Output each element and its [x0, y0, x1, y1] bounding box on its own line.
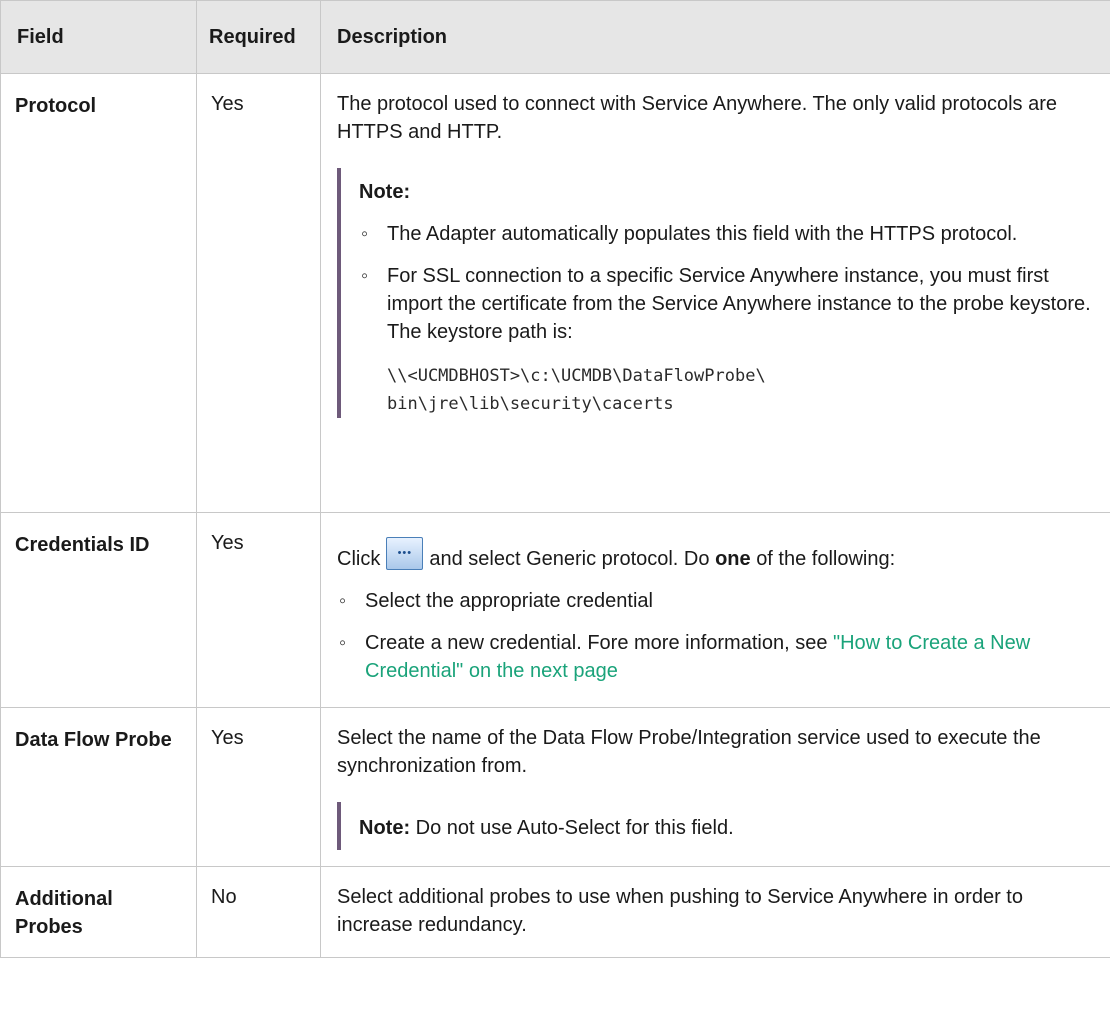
field-name: Data Flow Probe [0, 707, 197, 867]
header-field: Field [0, 0, 197, 74]
bullet-icon: ◦ [339, 590, 347, 612]
field-name: Protocol [0, 73, 197, 513]
header-description: Description [320, 0, 1110, 74]
description-text: Select the name of the Data Flow Probe/I… [337, 727, 1041, 777]
note-text: Do not use Auto-Select for this field. [415, 817, 734, 839]
table-row: Protocol Yes The protocol used to connec… [0, 73, 1110, 513]
note-label: Note: [359, 181, 411, 203]
required-value: Yes [196, 73, 321, 513]
description-cell: Click and select Generic protocol. Do one… [320, 512, 1110, 708]
list-item-text: Select the appropriate credential [365, 590, 653, 612]
after-icon-text: and select Generic protocol. Do [429, 548, 710, 570]
note-list: ◦ The Adapter automatically populates th… [359, 220, 1098, 418]
required-value: Yes [196, 512, 321, 708]
options-list: ◦ Select the appropriate credential ◦ Cr… [337, 587, 1098, 685]
required-value: No [196, 866, 321, 958]
list-item-text: For SSL connection to a specific Service… [387, 265, 1091, 343]
note-block: Note: Do not use Auto-Select for this fi… [337, 802, 1098, 850]
description-cell: Select the name of the Data Flow Probe/I… [320, 707, 1110, 867]
click-text: Click [337, 548, 381, 570]
description-text: Select additional probes to use when pus… [337, 886, 1023, 936]
field-name: Additional Probes [0, 866, 197, 958]
list-item-text: Create a new credential. Fore more infor… [365, 632, 828, 654]
code-line: \\<UCMDBHOST>\c:\UCMDB\DataFlowProbe\ [387, 366, 766, 386]
table-header-row: Field Required Description [0, 0, 1110, 74]
description-text: Click and select Generic protocol. Do one… [337, 537, 1098, 573]
description-cell: The protocol used to connect with Servic… [320, 73, 1110, 513]
list-item: ◦ For SSL connection to a specific Servi… [359, 262, 1098, 418]
note-line: Note: Do not use Auto-Select for this fi… [359, 802, 1098, 850]
list-item-text: The Adapter automatically populates this… [387, 223, 1018, 245]
emphasis-text: one [715, 548, 751, 570]
after-bold-text: of the following: [756, 548, 896, 570]
table-row: Additional Probes No Select additional p… [0, 866, 1110, 958]
ellipsis-browse-icon[interactable] [386, 537, 424, 570]
fields-table: Field Required Description Protocol Yes … [0, 0, 1110, 958]
bullet-icon: ◦ [361, 265, 369, 287]
list-item: ◦ Select the appropriate credential [337, 587, 1098, 615]
header-required: Required [196, 0, 321, 74]
code-line: bin\jre\lib\security\cacerts [387, 394, 674, 414]
description-cell: Select additional probes to use when pus… [320, 866, 1110, 958]
table-row: Credentials ID Yes Click and select Gener… [0, 512, 1110, 708]
required-value: Yes [196, 707, 321, 867]
note-block: Note: ◦ The Adapter automatically popula… [337, 168, 1098, 418]
note-label: Note: [359, 817, 411, 839]
bullet-icon: ◦ [339, 632, 347, 654]
description-text: The protocol used to connect with Servic… [337, 93, 1058, 143]
field-name: Credentials ID [0, 512, 197, 708]
table-row: Data Flow Probe Yes Select the name of t… [0, 707, 1110, 867]
list-item: ◦ The Adapter automatically populates th… [359, 220, 1098, 248]
keystore-path: \\<UCMDBHOST>\c:\UCMDB\DataFlowProbe\ bi… [387, 362, 1098, 418]
bullet-icon: ◦ [361, 223, 369, 245]
list-item: ◦ Create a new credential. Fore more inf… [337, 629, 1098, 685]
